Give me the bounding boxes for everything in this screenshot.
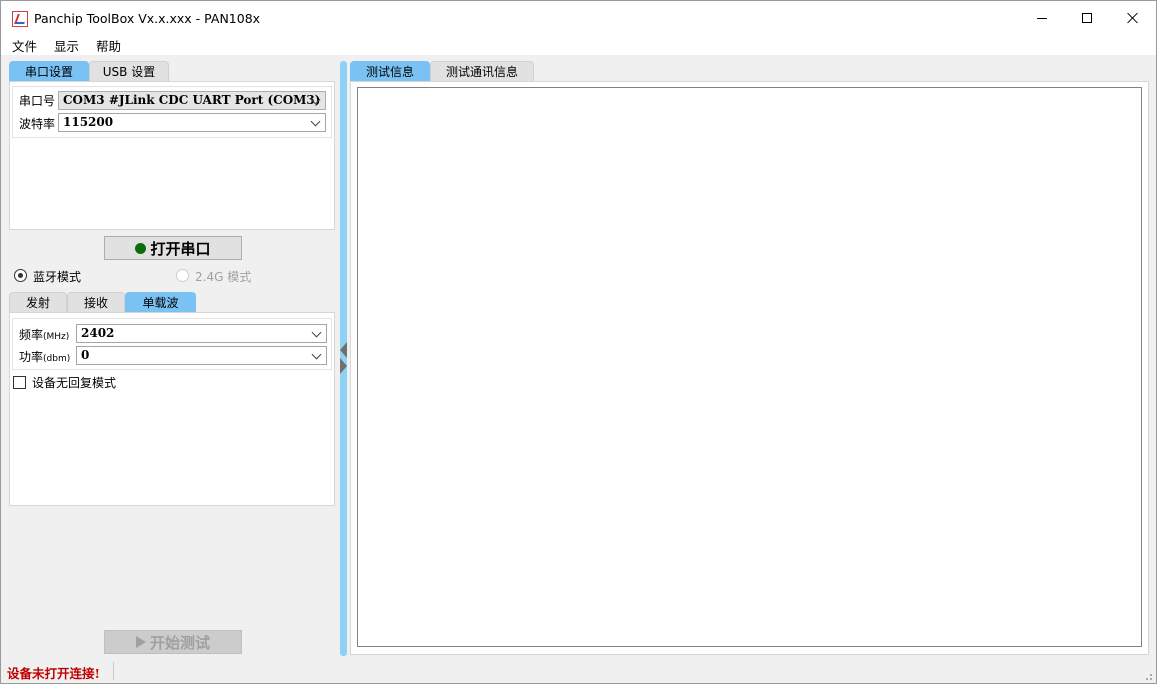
chevron-down-icon — [311, 349, 322, 360]
serial-settings-panel: 串口号 COM3 #JLink CDC UART Port (COM3) 波特率… — [9, 81, 335, 230]
menu-help[interactable]: 帮助 — [92, 36, 125, 55]
close-button[interactable] — [1110, 1, 1156, 35]
no-reply-mode-checkbox[interactable] — [13, 376, 26, 389]
status-separator — [113, 662, 114, 680]
collapse-left-icon[interactable] — [340, 342, 347, 358]
carrier-fields-group: 频率(MHz) 2402 功率(dbm) 0 — [12, 318, 332, 370]
minimize-button[interactable] — [1019, 1, 1065, 35]
window-title: Panchip ToolBox Vx.x.xxx - PAN108x — [34, 11, 261, 26]
bluetooth-mode-radio[interactable] — [14, 269, 27, 282]
close-icon — [1127, 12, 1139, 24]
freq-select[interactable]: 2402 — [76, 324, 327, 343]
menu-file[interactable]: 文件 — [8, 36, 41, 55]
port-value: COM3 #JLink CDC UART Port (COM3) — [63, 93, 321, 107]
freq-value: 2402 — [81, 326, 115, 340]
power-select[interactable]: 0 — [76, 346, 327, 365]
power-value: 0 — [81, 348, 90, 362]
baud-select[interactable]: 115200 — [58, 113, 326, 132]
open-serial-label: 打开串口 — [150, 239, 211, 258]
port-select[interactable]: COM3 #JLink CDC UART Port (COM3) — [58, 91, 326, 110]
tab-receive[interactable]: 接收 — [67, 292, 125, 312]
title-bar[interactable]: Panchip ToolBox Vx.x.xxx - PAN108x — [1, 1, 1156, 35]
chevron-down-icon — [310, 116, 321, 127]
bluetooth-mode-label: 蓝牙模式 — [33, 270, 82, 284]
no-reply-mode-label: 设备无回复模式 — [32, 376, 117, 390]
expand-right-icon[interactable] — [340, 358, 347, 374]
status-dot-icon — [135, 242, 147, 254]
start-test-button[interactable]: 开始测试 — [104, 630, 242, 654]
start-test-label: 开始测试 — [149, 633, 210, 652]
g24-mode-radio[interactable] — [176, 269, 189, 282]
chevron-down-icon — [311, 327, 322, 338]
menu-bar: 文件 显示 帮助 — [1, 35, 1156, 55]
tab-transmit[interactable]: 发射 — [9, 292, 67, 312]
app-logo-icon — [12, 11, 28, 27]
connection-status: 设备未打开连接! — [7, 666, 100, 681]
power-label: 功率(dbm) — [19, 350, 71, 364]
menu-view[interactable]: 显示 — [50, 36, 83, 55]
baud-label: 波特率 — [19, 117, 56, 131]
tab-comm-info[interactable]: 测试通讯信息 — [430, 61, 534, 81]
play-icon — [135, 636, 146, 648]
maximize-icon — [1082, 13, 1092, 23]
open-serial-button[interactable]: 打开串口 — [104, 236, 242, 260]
g24-mode-label: 2.4G 模式 — [195, 270, 252, 284]
single-carrier-panel: 频率(MHz) 2402 功率(dbm) 0 — [9, 312, 335, 506]
app-window: Panchip ToolBox Vx.x.xxx - PAN108x 文件 显示… — [0, 0, 1157, 684]
resize-grip-icon[interactable] — [1146, 674, 1152, 680]
freq-label: 频率(MHz) — [19, 328, 70, 342]
tab-test-info[interactable]: 测试信息 — [350, 61, 430, 81]
minimize-icon — [1037, 17, 1047, 19]
maximize-button[interactable] — [1064, 1, 1110, 35]
status-bar: 设备未打开连接! — [1, 660, 1156, 683]
serial-fields-group: 串口号 COM3 #JLink CDC UART Port (COM3) 波特率… — [12, 86, 332, 138]
test-info-log[interactable] — [357, 87, 1142, 647]
tab-serial-settings[interactable]: 串口设置 — [9, 61, 89, 81]
tab-usb-settings[interactable]: USB 设置 — [89, 61, 169, 81]
port-label: 串口号 — [19, 94, 56, 108]
tab-single-carrier[interactable]: 单载波 — [125, 292, 196, 312]
baud-value: 115200 — [63, 115, 114, 129]
